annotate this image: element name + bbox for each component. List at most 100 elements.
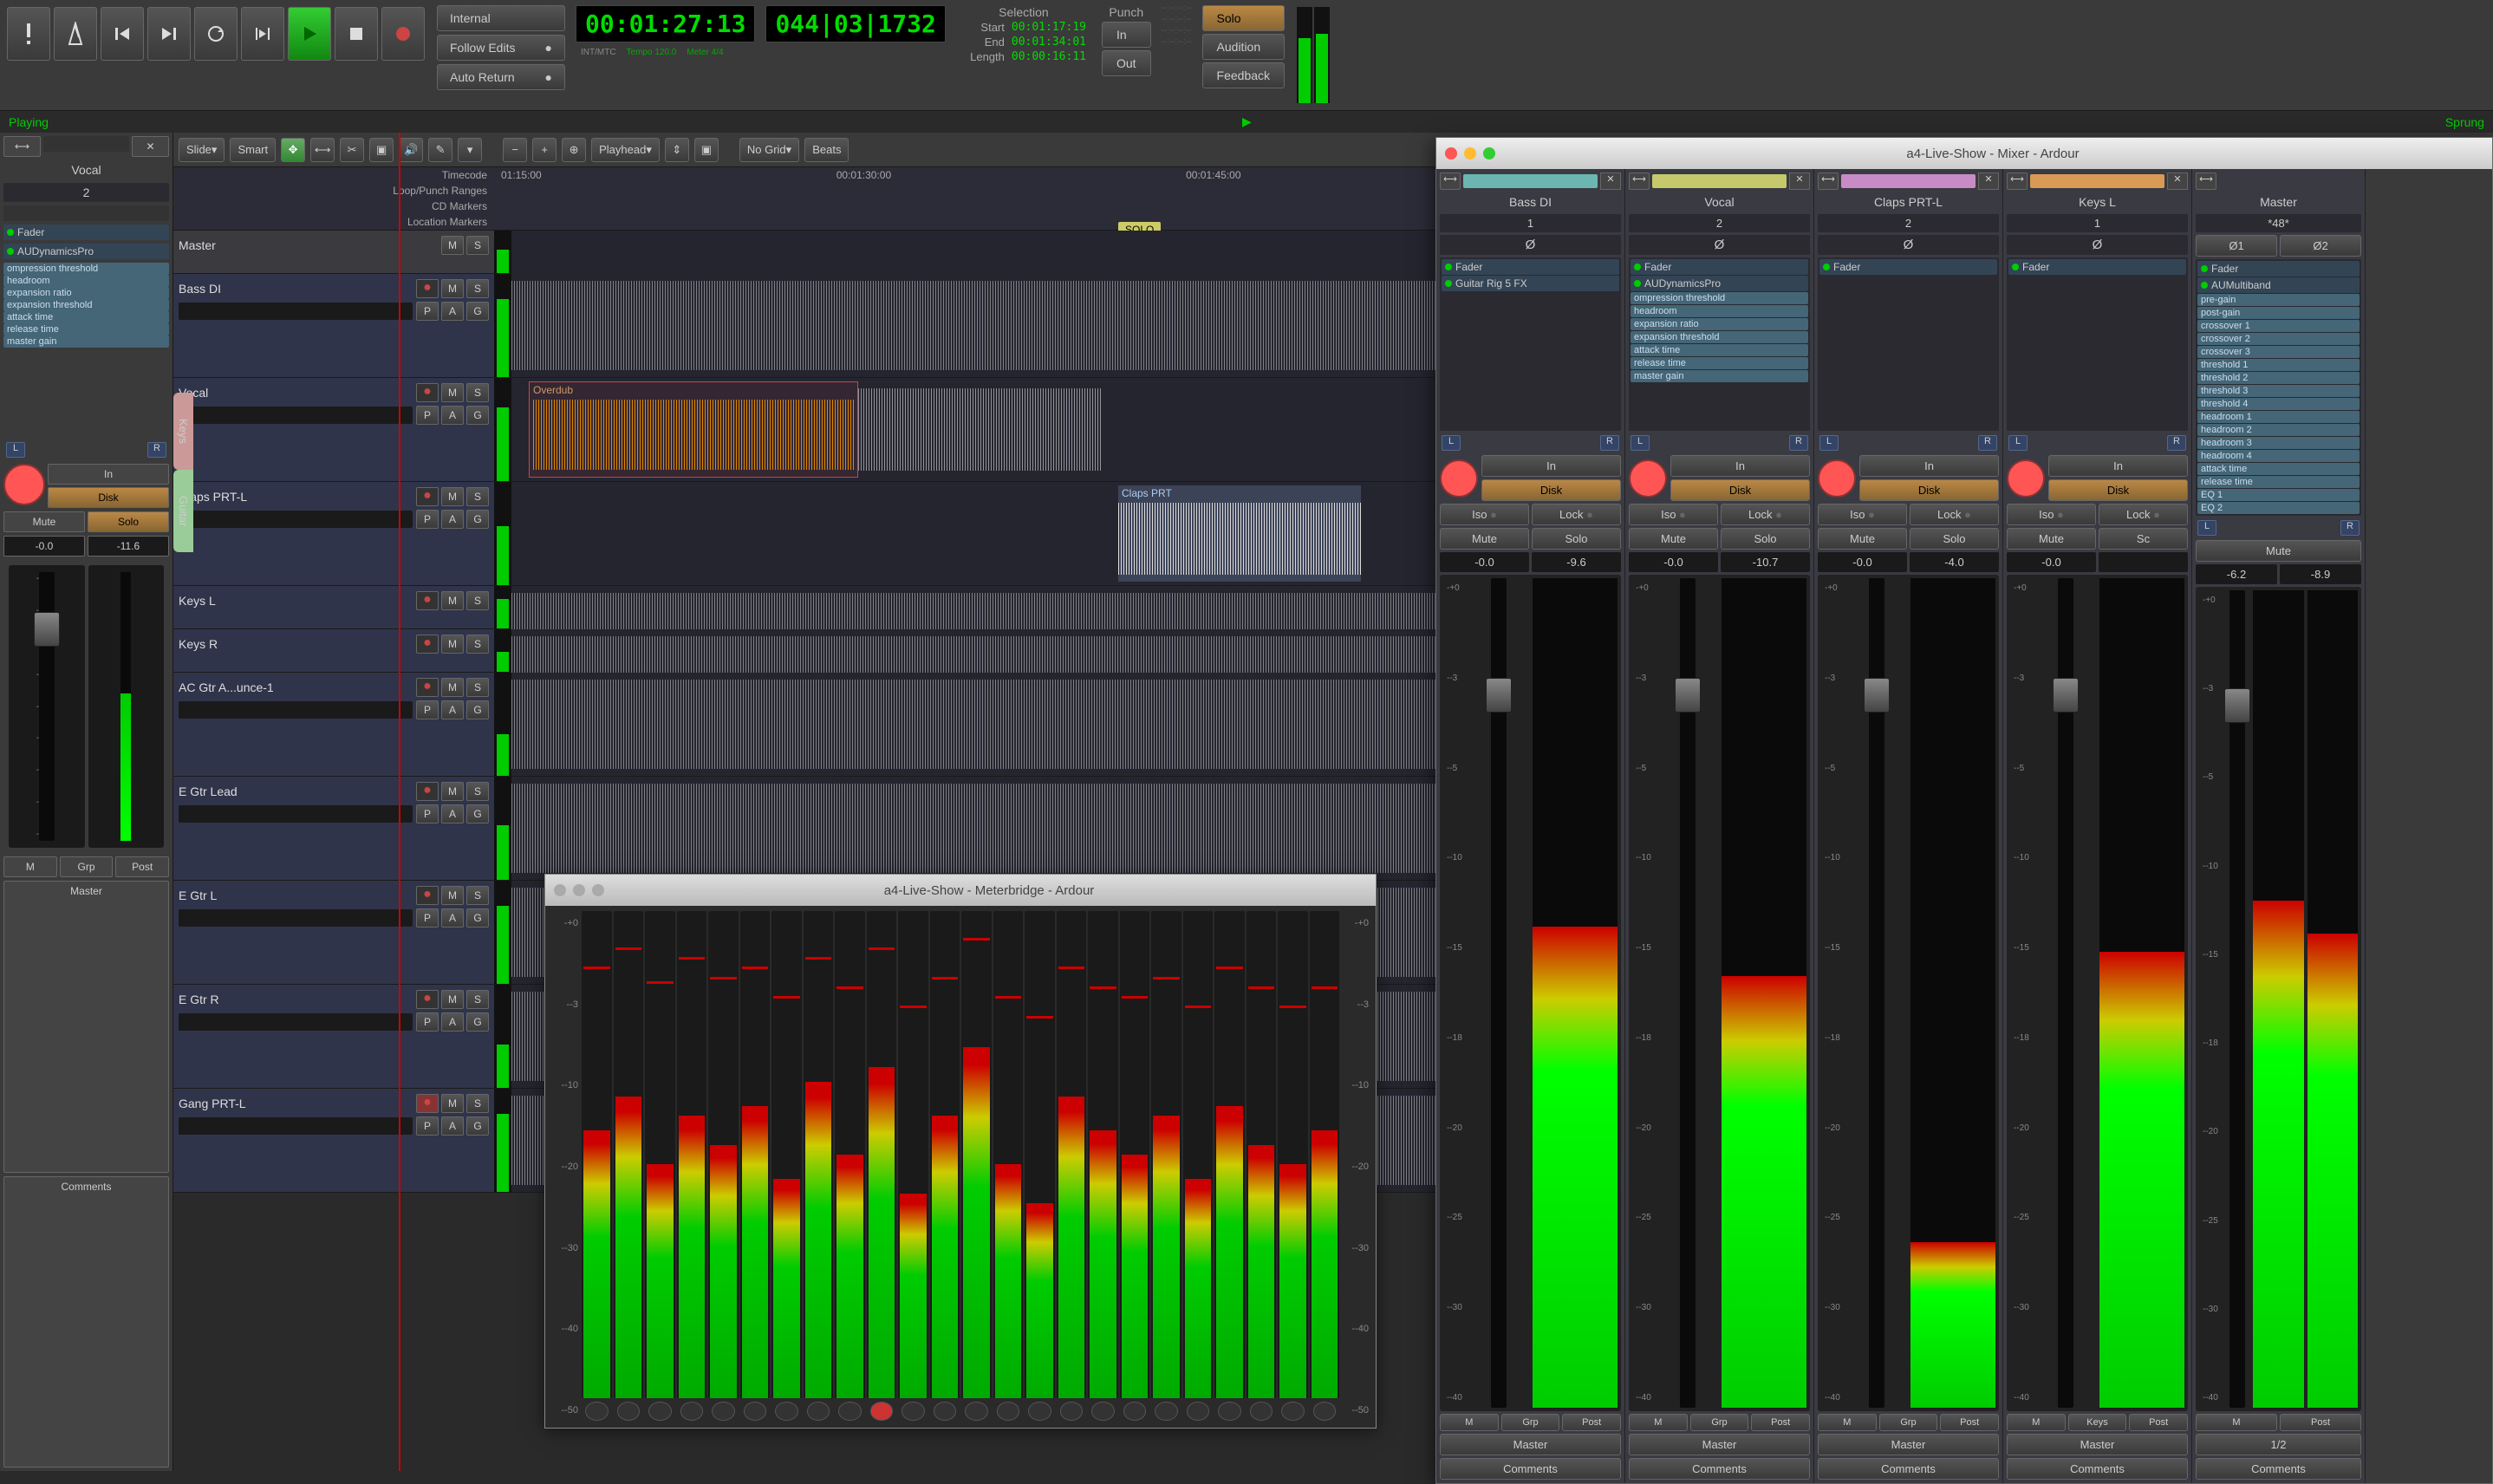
bridge-rec-button[interactable] xyxy=(1187,1402,1210,1421)
strip-scroll[interactable] xyxy=(43,136,129,152)
goto-start-button[interactable] xyxy=(101,7,144,61)
bridge-rec-button[interactable] xyxy=(775,1402,798,1421)
track-rec-button[interactable]: ● xyxy=(416,383,439,402)
plugin-param[interactable]: headroom 4 xyxy=(2197,450,2360,462)
track-s-button[interactable]: S xyxy=(466,383,489,402)
track-name[interactable]: E Gtr L xyxy=(179,888,217,902)
track-name[interactable]: Master xyxy=(179,238,216,252)
mixer-m-button[interactable]: M xyxy=(1629,1414,1688,1431)
track-m-button[interactable]: M xyxy=(441,782,464,801)
track-m-button[interactable]: M xyxy=(441,279,464,298)
metronome-button[interactable] xyxy=(54,7,97,61)
track-g-button[interactable]: G xyxy=(466,908,489,928)
pan-r-button[interactable]: R xyxy=(2340,520,2360,536)
mixer-in-button[interactable]: In xyxy=(1859,455,1999,477)
track-m-button[interactable]: M xyxy=(441,1094,464,1113)
mixer-m-button[interactable]: M xyxy=(1440,1414,1499,1431)
strip-rec-button[interactable] xyxy=(3,464,45,505)
strip-mute-button[interactable]: Mute xyxy=(3,511,85,532)
track-g-button[interactable]: G xyxy=(466,700,489,719)
track-s-button[interactable]: S xyxy=(466,591,489,610)
track-g-button[interactable]: G xyxy=(466,1012,489,1032)
bridge-rec-button[interactable] xyxy=(648,1402,672,1421)
strip-disk-button[interactable]: Disk xyxy=(48,487,169,508)
zoom-in-button[interactable]: + xyxy=(532,138,557,162)
strip-track-num[interactable]: 2 xyxy=(3,183,169,202)
mixer-disk-button[interactable]: Disk xyxy=(1859,479,1999,501)
strip-plugin-item[interactable]: AUDynamicsPro xyxy=(3,244,169,259)
mixer-output-button[interactable]: 1/2 xyxy=(2196,1434,2361,1455)
pan-l-button[interactable]: L xyxy=(1819,435,1839,451)
range-tool-button[interactable]: ⟷ xyxy=(310,138,335,162)
track-fader[interactable] xyxy=(179,701,413,719)
mixer-output-button[interactable]: Master xyxy=(1818,1434,1999,1455)
track-rec-button[interactable]: ● xyxy=(416,591,439,610)
track-p-button[interactable]: P xyxy=(416,908,439,928)
mixer-strip-name[interactable]: Keys L xyxy=(2007,192,2188,212)
strip-width-button[interactable]: ⟷ xyxy=(2196,172,2216,190)
punch-in-button[interactable]: In xyxy=(1102,22,1151,48)
mixer-grp-button[interactable]: Grp xyxy=(1879,1414,1938,1431)
bridge-rec-button[interactable] xyxy=(585,1402,609,1421)
mixer-post-button[interactable]: Post xyxy=(1562,1414,1621,1431)
snap-mode-button[interactable]: No Grid ▾ xyxy=(739,138,799,162)
mixer-iso-button[interactable]: Iso ● xyxy=(1440,504,1529,525)
mixer-mute-button[interactable]: Mute xyxy=(2007,528,2096,550)
mixer-post-button[interactable]: Post xyxy=(1751,1414,1810,1431)
track-a-button[interactable]: A xyxy=(441,510,464,529)
strip-width-button[interactable]: ⟷ xyxy=(1440,172,1461,190)
sel-end-value[interactable]: 00:01:34:01 xyxy=(1012,36,1086,49)
peak-readout[interactable]: -4.0 xyxy=(1910,552,1999,572)
audition-tool-button[interactable]: 🔊 xyxy=(399,138,423,162)
phase-button[interactable]: Ø xyxy=(1440,235,1621,255)
plugin-param[interactable]: release time xyxy=(2197,476,2360,488)
strip-width-button[interactable]: ⟷ xyxy=(1629,172,1650,190)
track-fader[interactable] xyxy=(179,1013,413,1031)
mixer-comments-button[interactable]: Comments xyxy=(1818,1458,1999,1480)
bridge-rec-button[interactable] xyxy=(997,1402,1020,1421)
plugin-param[interactable]: expansion threshold xyxy=(1631,331,1808,343)
track-s-button[interactable]: S xyxy=(466,782,489,801)
peak-readout[interactable]: -9.6 xyxy=(1532,552,1621,572)
mixer-comments-button[interactable]: Comments xyxy=(2196,1458,2361,1480)
stretch-tool-button[interactable]: ▣ xyxy=(369,138,394,162)
track-rec-button[interactable]: ● xyxy=(416,886,439,905)
mixer-mute-button[interactable]: Mute xyxy=(1440,528,1529,550)
track-s-button[interactable]: S xyxy=(466,279,489,298)
pan-r-button[interactable]: R xyxy=(1789,435,1808,451)
plugin-param[interactable]: attack time xyxy=(1631,344,1808,356)
mixer-lock-button[interactable]: Lock ● xyxy=(1910,504,1999,525)
play-button[interactable] xyxy=(288,7,331,61)
track-a-button[interactable]: A xyxy=(441,804,464,823)
mixer-grp-button[interactable]: Keys xyxy=(2068,1414,2127,1431)
gain-readout[interactable]: -0.0 xyxy=(1440,552,1529,572)
track-name[interactable]: E Gtr Lead xyxy=(179,784,238,798)
track-fader[interactable] xyxy=(179,511,413,528)
bridge-rec-button[interactable] xyxy=(1250,1402,1273,1421)
track-s-button[interactable]: S xyxy=(466,635,489,654)
fader-processor[interactable]: Fader xyxy=(1442,259,1619,275)
track-g-button[interactable]: G xyxy=(466,510,489,529)
mixer-disk-button[interactable]: Disk xyxy=(1670,479,1810,501)
zoom-focus-button[interactable]: Playhead ▾ xyxy=(591,138,660,162)
plugin-item[interactable]: AUMultiband xyxy=(2197,277,2360,293)
plugin-param[interactable]: ompression threshold xyxy=(1631,292,1808,304)
peak-readout[interactable] xyxy=(2099,552,2188,572)
track-a-button[interactable]: A xyxy=(441,1012,464,1032)
track-p-button[interactable]: P xyxy=(416,804,439,823)
strip-post-button[interactable]: Post xyxy=(115,856,169,877)
track-a-button[interactable]: A xyxy=(441,406,464,425)
track-p-button[interactable]: P xyxy=(416,510,439,529)
strip-color[interactable] xyxy=(1652,174,1787,188)
minimize-icon[interactable] xyxy=(1464,147,1476,159)
track-name[interactable]: Keys L xyxy=(179,594,216,608)
mixer-solo-button[interactable]: Solo xyxy=(1532,528,1621,550)
plugin-item[interactable]: Guitar Rig 5 FX xyxy=(1442,276,1619,291)
group-tab-guitar[interactable]: Guitar xyxy=(173,470,193,552)
mixer-solo-button[interactable]: Sc xyxy=(2099,528,2188,550)
primary-clock[interactable]: 00:01:27:13 xyxy=(576,5,755,42)
bridge-rec-button[interactable] xyxy=(870,1402,894,1421)
strip-grp-button[interactable]: Grp xyxy=(60,856,114,877)
plugin-param[interactable]: release time xyxy=(3,323,169,335)
mixer-lock-button[interactable]: Lock ● xyxy=(1721,504,1810,525)
